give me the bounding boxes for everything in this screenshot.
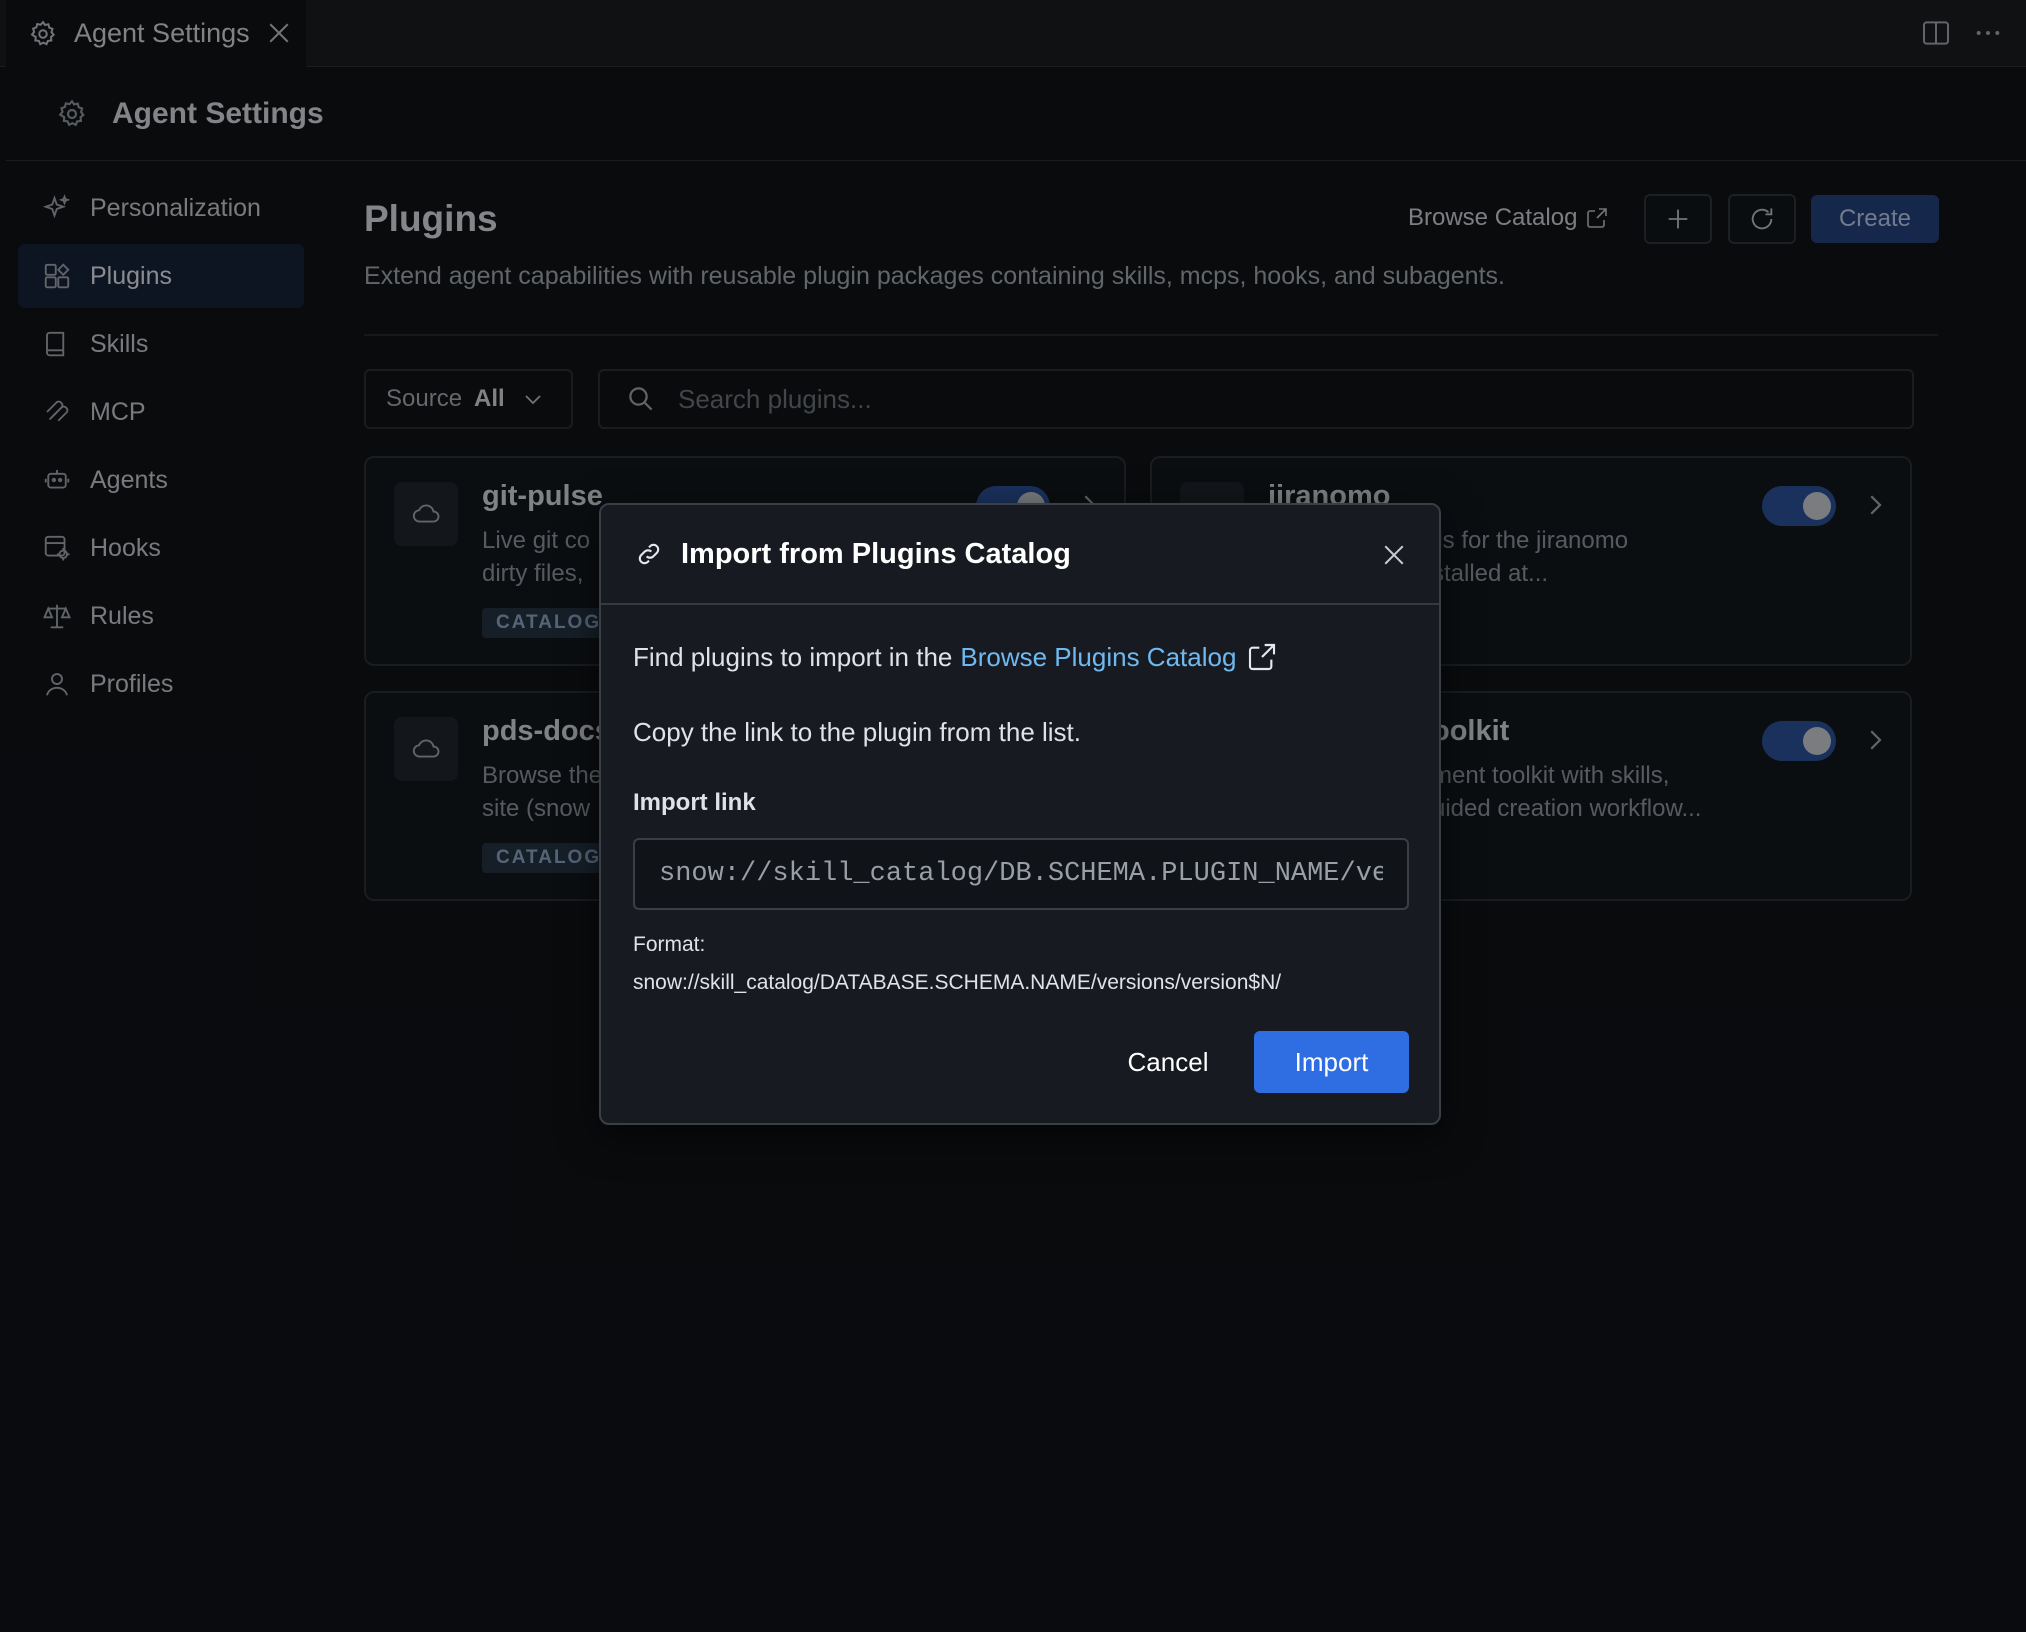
dialog-header: Import from Plugins Catalog bbox=[601, 505, 1439, 605]
import-link-label: Import link bbox=[633, 789, 756, 816]
close-icon[interactable] bbox=[1379, 540, 1409, 570]
format-label: Format: bbox=[633, 933, 706, 956]
external-link-icon[interactable] bbox=[1246, 641, 1278, 673]
import-button[interactable]: Import bbox=[1254, 1031, 1409, 1093]
find-plugins-text: Find plugins to import in the Browse Plu… bbox=[633, 641, 1278, 673]
cancel-button[interactable]: Cancel bbox=[1103, 1031, 1233, 1093]
format-value: snow://skill_catalog/DATABASE.SCHEMA.NAM… bbox=[633, 971, 1282, 994]
copy-link-text: Copy the link to the plugin from the lis… bbox=[633, 717, 1082, 747]
find-text: Find plugins to import in the bbox=[633, 641, 953, 672]
dialog-title: Import from Plugins Catalog bbox=[681, 537, 1071, 570]
browse-plugins-catalog-link[interactable]: Browse Plugins Catalog bbox=[960, 642, 1236, 673]
import-dialog: Import from Plugins Catalog Find plugins… bbox=[599, 503, 1441, 1125]
import-link-input[interactable] bbox=[633, 838, 1409, 910]
link-icon bbox=[638, 543, 660, 565]
